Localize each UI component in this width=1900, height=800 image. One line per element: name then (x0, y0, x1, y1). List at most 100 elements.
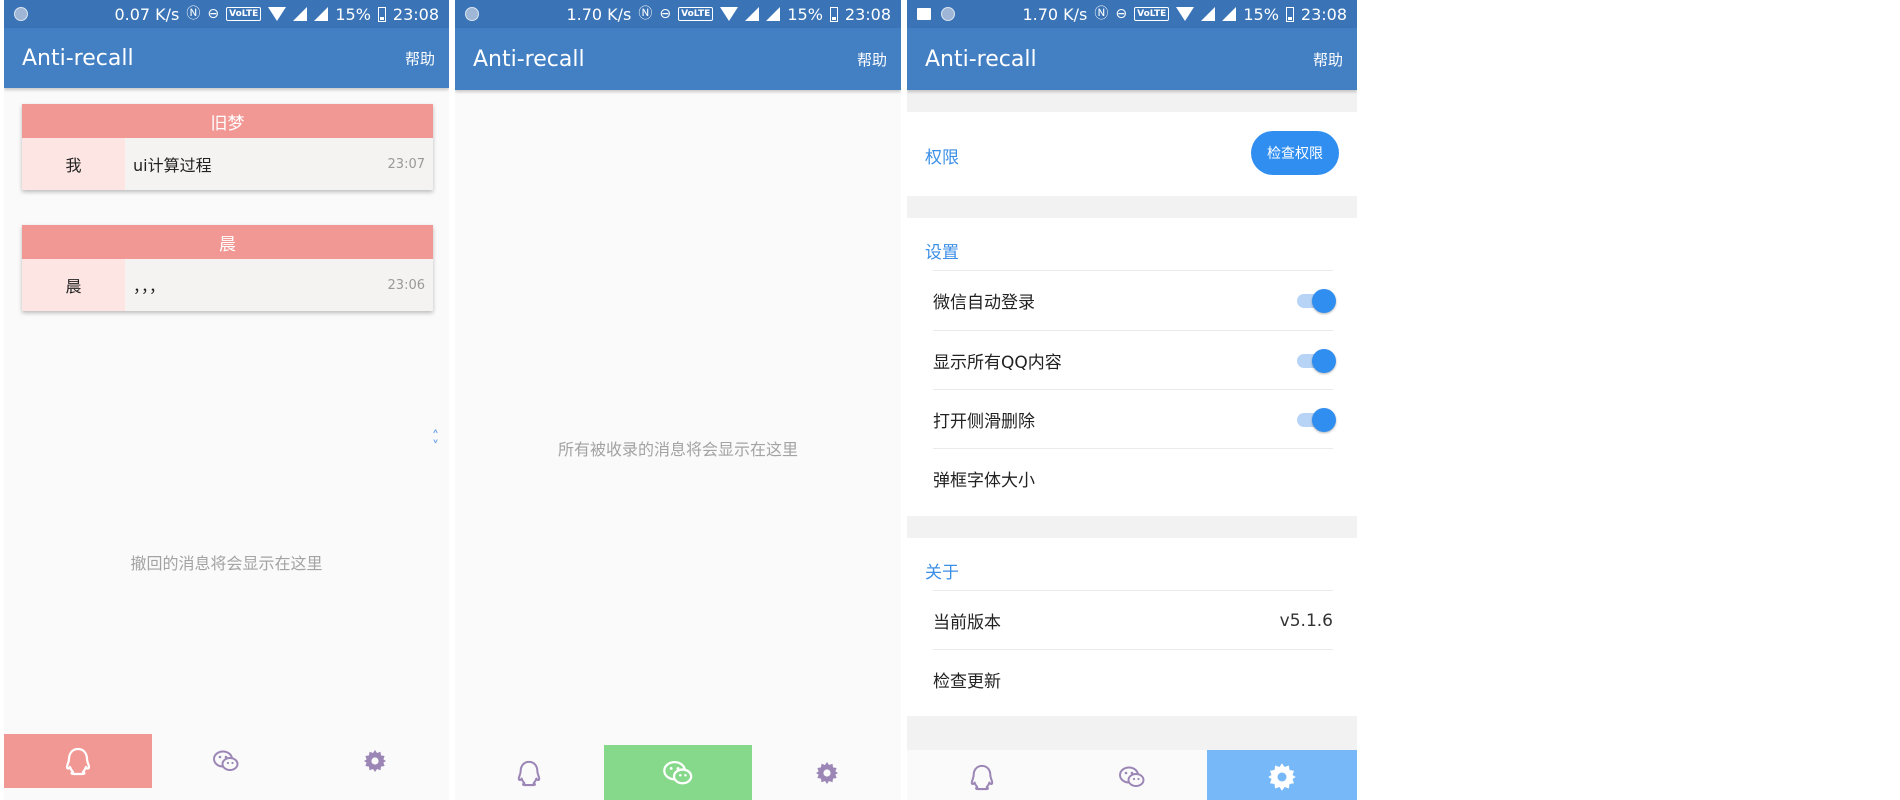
signal-icon (1201, 7, 1216, 21)
about-section: 关于 当前版本 v5.1.6 检查更新 (907, 538, 1357, 716)
signal-icon (293, 7, 308, 21)
battery-percent: 15% (787, 4, 823, 24)
app-bar: Anti-recall 帮助 (455, 28, 901, 90)
nfc-icon: Ⓝ (186, 6, 201, 22)
toggle-switch[interactable] (1297, 407, 1336, 432)
signal-icon (766, 7, 781, 21)
wifi-icon (1176, 7, 1195, 21)
network-speed: 1.70 K/s (1022, 4, 1088, 24)
app-bar: Anti-recall 帮助 (4, 28, 449, 88)
qq-icon (66, 747, 91, 776)
battery-icon (1285, 6, 1294, 22)
bottom-nav (907, 750, 1357, 800)
bottom-nav (4, 734, 449, 788)
gear-icon (1268, 763, 1296, 791)
message-text: ui计算过程 (133, 156, 212, 175)
message-text: ，，， (133, 277, 166, 296)
clock: 23:08 (392, 4, 439, 24)
signal-icon (314, 7, 329, 21)
clock: 23:08 (844, 4, 891, 24)
image-notification-icon (917, 8, 931, 20)
tab-qq[interactable] (907, 750, 1057, 800)
signal-icon (1222, 7, 1237, 21)
notification-dot-icon (941, 7, 955, 21)
qq-icon (518, 760, 541, 787)
empty-state-text: 所有被收录的消息将会显示在这里 (557, 440, 798, 459)
clock: 23:08 (1300, 4, 1347, 24)
wechat-icon (663, 761, 693, 785)
battery-percent: 15% (1243, 4, 1279, 24)
network-speed: 1.70 K/s (566, 4, 632, 24)
battery-icon (829, 6, 838, 22)
version-value: v5.1.6 (1279, 610, 1333, 631)
setting-row-wechat-auto-login[interactable]: 微信自动登录 (933, 270, 1336, 330)
permissions-title: 权限 (925, 148, 959, 168)
app-title: Anti-recall (925, 46, 1037, 72)
phone-screen-wechat: 1.70 K/s Ⓝ ⊖ VoLTE 15% 23:08 Anti-recall… (455, 0, 901, 800)
tab-qq[interactable] (4, 734, 153, 788)
check-update-label: 检查更新 (933, 672, 1001, 692)
status-bar: 1.70 K/s Ⓝ ⊖ VoLTE 15% 23:08 (455, 0, 901, 28)
about-title: 关于 (925, 563, 959, 583)
bottom-nav (455, 745, 901, 800)
tab-settings[interactable] (752, 745, 901, 800)
settings-section: 设置 微信自动登录 显示所有QQ内容 打开侧滑删除 弹框字体大小 (907, 218, 1357, 516)
recalled-message-card[interactable]: 旧梦 我 ui计算过程 23:07 (22, 104, 433, 190)
setting-label: 显示所有QQ内容 (933, 353, 1062, 373)
gear-icon (363, 750, 386, 772)
card-group-name: 晨 (22, 225, 433, 259)
tab-qq[interactable] (455, 745, 604, 800)
setting-label: 微信自动登录 (933, 293, 1035, 313)
network-speed: 0.07 K/s (114, 4, 180, 24)
setting-label: 弹框字体大小 (933, 471, 1035, 491)
help-button[interactable]: 帮助 (1313, 49, 1343, 70)
phone-screen-settings: 1.70 K/s Ⓝ ⊖ VoLTE 15% 23:08 Anti-recall… (907, 0, 1357, 800)
phone-screen-qq: 0.07 K/s Ⓝ ⊖ VoLTE 15% 23:08 Anti-recall… (4, 0, 449, 800)
recalled-message-card[interactable]: 晨 晨 ，，， 23:06 (22, 225, 433, 311)
setting-row-dialog-font-size[interactable]: 弹框字体大小 (933, 448, 1333, 508)
notification-dot-icon (465, 7, 479, 21)
card-group-name: 旧梦 (22, 104, 433, 138)
message-time: 23:07 (387, 156, 425, 172)
wechat-icon (1119, 766, 1145, 787)
wifi-icon (720, 7, 739, 21)
tab-settings[interactable] (1207, 750, 1357, 800)
version-row: 当前版本 v5.1.6 (933, 590, 1333, 650)
tab-wechat[interactable] (1057, 750, 1207, 800)
status-bar: 0.07 K/s Ⓝ ⊖ VoLTE 15% 23:08 (4, 0, 449, 28)
app-title: Anti-recall (22, 45, 134, 71)
settings-title: 设置 (925, 243, 959, 263)
tab-wechat[interactable] (603, 745, 753, 800)
help-button[interactable]: 帮助 (405, 48, 435, 69)
nfc-icon: Ⓝ (1094, 6, 1109, 22)
empty-state-text: 撤回的消息将会显示在这里 (130, 554, 323, 573)
volte-icon: VoLTE (226, 7, 262, 21)
wechat-icon (213, 750, 239, 771)
dnd-icon: ⊖ (207, 6, 220, 22)
version-label: 当前版本 (933, 613, 1001, 633)
check-permissions-button[interactable]: 检查权限 (1251, 131, 1339, 175)
tab-wechat[interactable] (152, 734, 300, 788)
scroll-handle-icon[interactable]: ˄ ˅ (432, 430, 439, 454)
setting-row-swipe-delete[interactable]: 打开侧滑删除 (933, 389, 1336, 449)
qq-icon (970, 764, 994, 791)
setting-row-show-all-qq[interactable]: 显示所有QQ内容 (933, 330, 1336, 390)
toggle-switch[interactable] (1297, 288, 1336, 313)
notification-dot-icon (14, 7, 28, 21)
tab-settings[interactable] (301, 734, 449, 788)
toggle-switch[interactable] (1297, 348, 1336, 373)
dnd-icon: ⊖ (1115, 6, 1128, 22)
message-time: 23:06 (387, 277, 425, 293)
setting-label: 打开侧滑删除 (933, 412, 1035, 432)
wifi-icon (268, 7, 287, 21)
nfc-icon: Ⓝ (638, 6, 653, 22)
volte-icon: VoLTE (1134, 7, 1170, 21)
signal-icon (745, 7, 760, 21)
check-update-row[interactable]: 检查更新 (933, 649, 1333, 709)
app-bar: Anti-recall 帮助 (907, 28, 1357, 90)
battery-percent: 15% (335, 4, 371, 24)
battery-icon (377, 6, 386, 22)
volte-icon: VoLTE (678, 7, 714, 21)
gear-icon (815, 762, 838, 784)
help-button[interactable]: 帮助 (857, 49, 887, 70)
